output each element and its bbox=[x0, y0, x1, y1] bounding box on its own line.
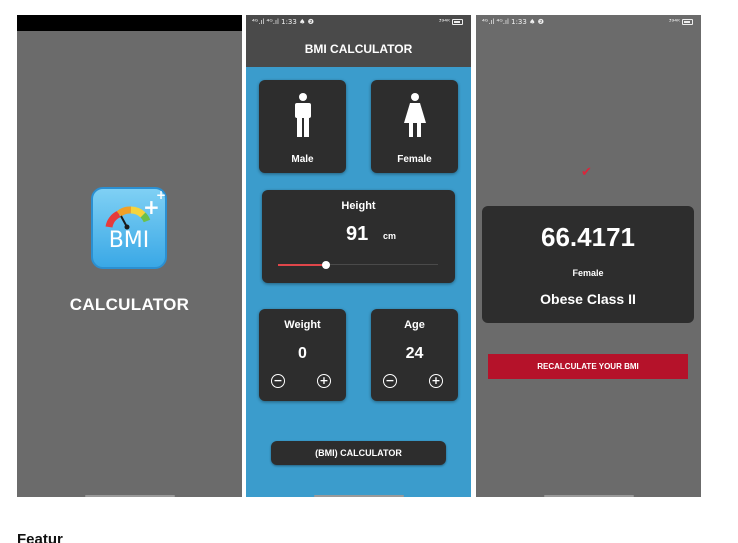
result-card: 66.4171 Female Obese Class II bbox=[482, 206, 694, 323]
app-logo: + + BMI bbox=[91, 187, 167, 269]
app-bar: BMI CALCULATOR bbox=[246, 31, 471, 67]
height-value: 91 bbox=[346, 223, 369, 245]
result-gender: Female bbox=[572, 268, 604, 278]
status-bar: ⁴ᴳ.ıl ⁴ᴳ.ıl 1:33 ♠ ❷ ³⁹⁴ᴷ bbox=[476, 15, 701, 31]
height-unit: cm bbox=[383, 231, 397, 241]
calculate-button[interactable]: (BMI) CALCULATOR bbox=[271, 441, 446, 465]
female-label: Female bbox=[397, 154, 432, 165]
app-icon-label: BMI bbox=[108, 228, 150, 253]
status-bar bbox=[17, 15, 242, 31]
nav-handle bbox=[84, 495, 175, 497]
weight-decrement-button[interactable]: − bbox=[271, 374, 285, 388]
height-slider-fill bbox=[278, 264, 326, 266]
bmi-value: 66.4171 bbox=[541, 222, 635, 252]
calculator-screen: ⁴ᴳ.ıl ⁴ᴳ.ıl 1:33 ♠ ❷ ³⁹⁴ᴷ BMI CALCULATOR… bbox=[246, 15, 471, 497]
battery-icon bbox=[452, 19, 463, 25]
splash-screen: + + BMI CALCULATOR bbox=[17, 15, 242, 497]
age-card: Age 24 − + bbox=[371, 309, 458, 401]
weight-increment-button[interactable]: + bbox=[317, 374, 331, 388]
weight-value: 0 bbox=[298, 345, 307, 362]
page-title: BMI CALCULATOR bbox=[304, 42, 413, 56]
check-icon: ✔ bbox=[581, 165, 592, 180]
age-value: 24 bbox=[405, 345, 424, 362]
age-decrement-button[interactable]: − bbox=[383, 374, 397, 388]
status-left: ⁴ᴳ.ıl ⁴ᴳ.ıl 1:33 ♠ ❷ bbox=[482, 18, 544, 26]
recalculate-button[interactable]: RECALCULATE YOUR BMI bbox=[488, 354, 688, 379]
nav-handle bbox=[543, 495, 634, 497]
splash-title: CALCULATOR bbox=[69, 295, 190, 314]
female-icon bbox=[403, 93, 426, 137]
height-card: Height 91 cm bbox=[262, 190, 455, 283]
weight-label: Weight bbox=[284, 319, 321, 331]
age-increment-button[interactable]: + bbox=[429, 374, 443, 388]
caption-text: Featur bbox=[17, 531, 63, 543]
plus-small-icon: + bbox=[156, 188, 167, 202]
battery-icon bbox=[682, 19, 693, 25]
weight-card: Weight 0 − + bbox=[259, 309, 346, 401]
height-label: Height bbox=[341, 200, 376, 212]
status-right: ³⁹⁴ᴷ bbox=[669, 18, 693, 26]
status-left: ⁴ᴳ.ıl ⁴ᴳ.ıl 1:33 ♠ ❷ bbox=[252, 18, 314, 26]
status-right: ³⁹⁴ᴷ bbox=[439, 18, 463, 26]
male-icon bbox=[294, 93, 311, 137]
height-slider-thumb[interactable] bbox=[322, 261, 330, 269]
result-classification: Obese Class II bbox=[540, 291, 636, 307]
age-label: Age bbox=[404, 319, 425, 331]
status-bar: ⁴ᴳ.ıl ⁴ᴳ.ıl 1:33 ♠ ❷ ³⁹⁴ᴷ bbox=[246, 15, 471, 31]
result-screen: ⁴ᴳ.ıl ⁴ᴳ.ıl 1:33 ♠ ❷ ³⁹⁴ᴷ ✔ 66.4171 Fema… bbox=[476, 15, 701, 497]
nav-handle bbox=[313, 495, 404, 497]
male-label: Male bbox=[291, 154, 314, 165]
male-card[interactable]: Male bbox=[259, 80, 346, 173]
female-card[interactable]: Female bbox=[371, 80, 458, 173]
